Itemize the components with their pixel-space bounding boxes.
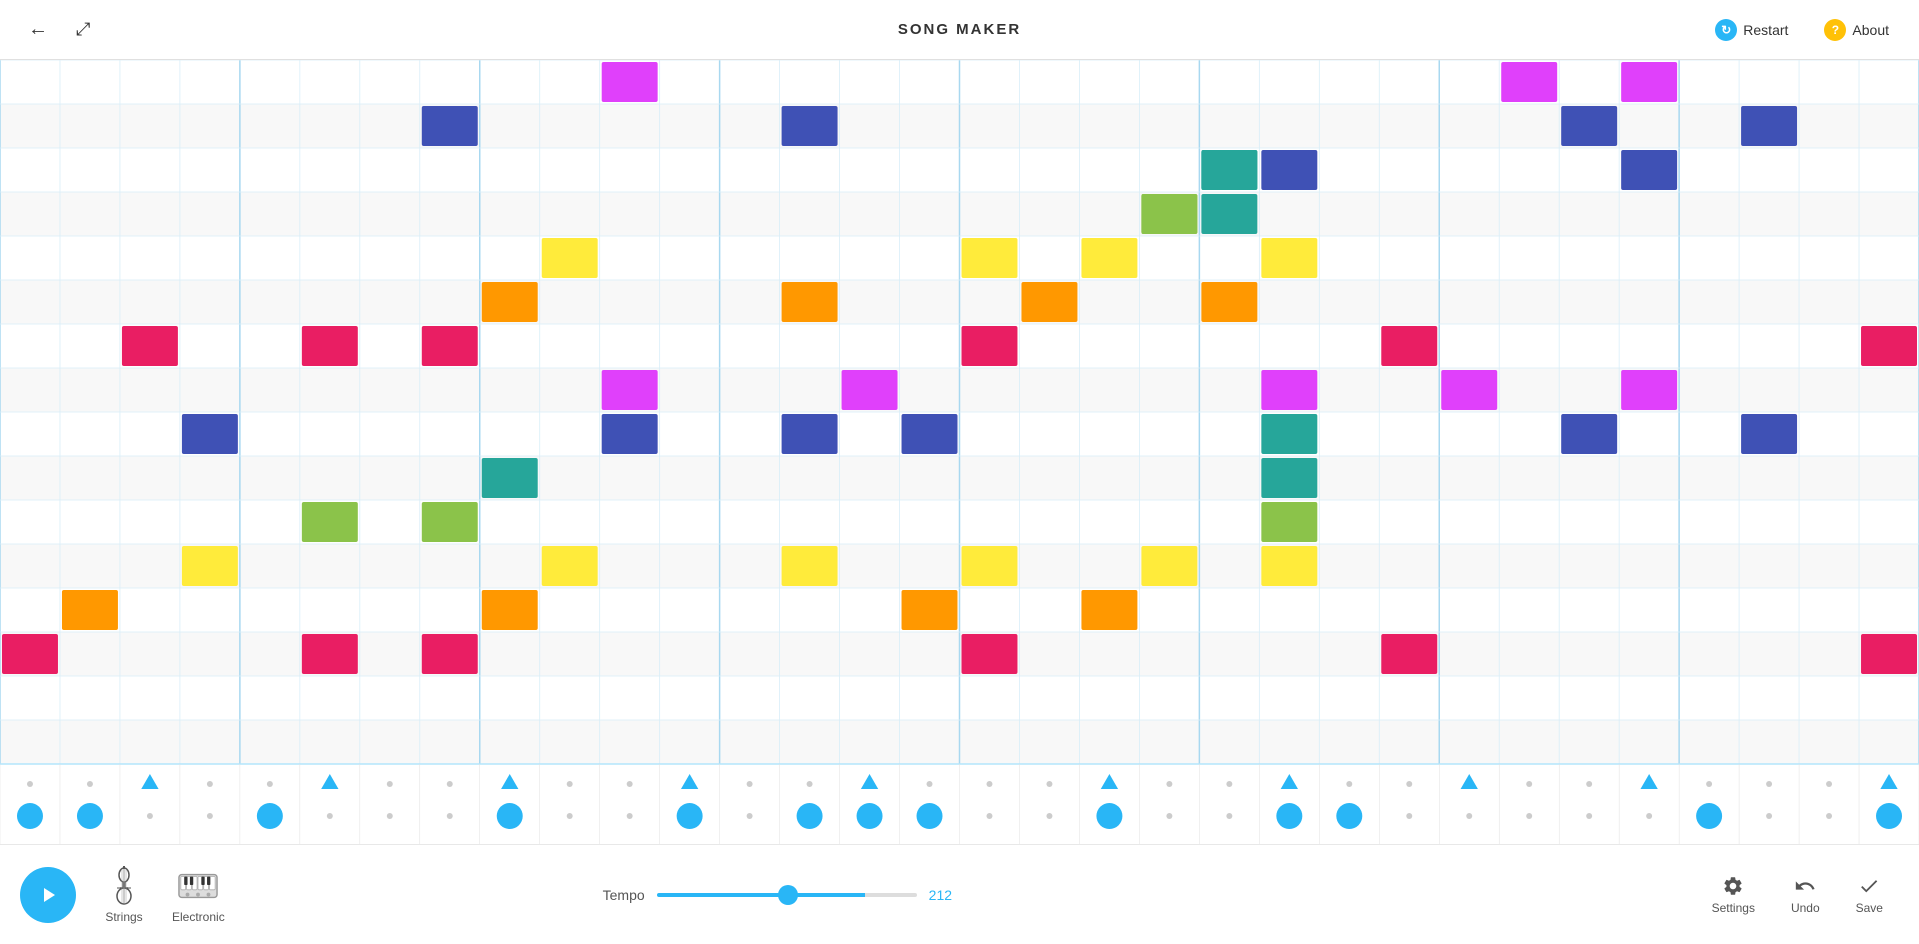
about-label: About [1852,22,1889,38]
header-left: ← ⤢ [20,14,90,45]
strings-button[interactable]: Strings [92,858,156,932]
page-title: SONG MAKER [898,21,1021,38]
electronic-button[interactable]: Electronic [160,858,237,932]
restart-button[interactable]: ↻ Restart [1705,13,1798,47]
header: ← ⤢ SONG MAKER ↻ Restart ? About [0,0,1919,60]
restart-label: Restart [1743,22,1788,38]
move-button[interactable]: ⤢ [76,19,90,40]
song-grid[interactable] [0,60,1919,844]
play-icon [36,883,60,907]
settings-icon [1722,875,1744,897]
tempo-label: Tempo [603,887,645,903]
electronic-icon [178,866,218,906]
settings-label: Settings [1712,901,1755,915]
bottom-bar: Strings [0,844,1919,944]
tempo-group: Tempo 212 [603,887,964,903]
about-icon: ? [1824,19,1846,41]
header-right: ↻ Restart ? About [1705,13,1899,47]
undo-icon [1794,875,1816,897]
back-button[interactable]: ← [20,14,56,45]
instrument-group: Strings [92,858,237,932]
undo-label: Undo [1791,901,1820,915]
save-label: Save [1856,901,1883,915]
tempo-value: 212 [929,887,964,903]
settings-button[interactable]: Settings [1696,867,1771,923]
action-group: Settings Undo Save [1696,867,1899,923]
save-icon [1858,875,1880,897]
tempo-slider[interactable] [657,893,917,897]
restart-icon: ↻ [1715,19,1737,41]
strings-icon [104,866,144,906]
save-button[interactable]: Save [1840,867,1899,923]
undo-button[interactable]: Undo [1775,867,1836,923]
play-button[interactable] [20,867,76,923]
grid-area[interactable] [0,60,1919,844]
electronic-label: Electronic [172,910,225,924]
about-button[interactable]: ? About [1814,13,1899,47]
strings-label: Strings [105,910,142,924]
